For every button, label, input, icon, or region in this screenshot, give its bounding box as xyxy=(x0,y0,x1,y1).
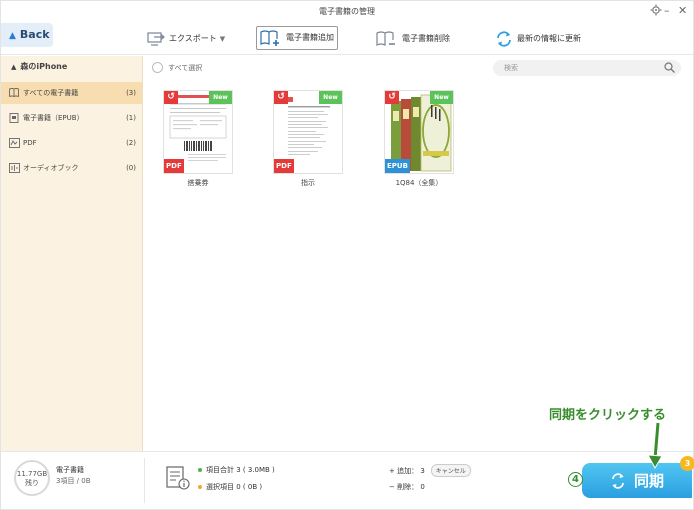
add-book-icon xyxy=(260,30,279,46)
title-bar: 電子書籍の管理 xyxy=(1,1,693,23)
sidebar-item-label: オーディオブック xyxy=(23,164,79,172)
footer-divider xyxy=(144,458,145,503)
book-item[interactable]: ↺ New EPUB 1Q84（全集） xyxy=(383,91,455,188)
chevron-up-icon: ▲ xyxy=(9,31,16,41)
sidebar-item-label: 電子書籍（EPUB） xyxy=(23,114,84,122)
toolbar: ▲ Back エクスポート ▼ 電子書籍追加 電子書籍削除 最新の情報に更新 xyxy=(1,23,693,55)
return-icon: ↺ xyxy=(164,91,178,104)
refresh-button[interactable]: 最新の情報に更新 xyxy=(495,27,581,51)
device-name: 森のiPhone xyxy=(20,62,68,71)
export-icon xyxy=(147,32,165,46)
export-label: エクスポート xyxy=(169,34,217,43)
book-item[interactable]: ↺ New PDF 搭乗券 xyxy=(162,91,234,188)
storage-category-label: 電子書籍 xyxy=(56,466,84,474)
storage-value: 11.77GB xyxy=(16,470,48,478)
delete-ebook-button[interactable]: 電子書籍削除 xyxy=(376,27,450,51)
minimize-icon[interactable]: – xyxy=(664,4,670,18)
ebook-manager-window: 電子書籍の管理 – ✕ ▲ Back エクスポート ▼ 電子書籍追加 電子書籍削除… xyxy=(0,0,694,510)
sync-label: 同期 xyxy=(633,472,664,490)
storage-ring: 11.77GB 残り xyxy=(14,460,50,496)
sync-icon xyxy=(612,472,624,489)
delete-count-text: − 削除： 0 xyxy=(389,483,425,491)
green-dot-icon xyxy=(198,468,202,472)
format-badge: PDF xyxy=(164,159,184,173)
pdf-icon xyxy=(9,138,20,148)
select-all-label: すべて選択 xyxy=(168,63,203,72)
sidebar: ▲ 森のiPhone すべての電子書籍 (3) 電子書籍（EPUB） (1) PD… xyxy=(1,56,143,451)
add-count-text: + 追加： 3 xyxy=(389,466,425,475)
sync-count-badge: 3 xyxy=(680,456,694,471)
add-ebook-label: 電子書籍追加 xyxy=(286,33,334,42)
return-icon: ↺ xyxy=(274,91,288,104)
select-all-checkbox[interactable]: すべて選択 xyxy=(152,62,202,73)
book-cover[interactable]: ↺ New PDF xyxy=(164,91,232,173)
total-items-stat: 項目合計 3 ( 3.0MB ) xyxy=(198,465,275,475)
new-badge: New xyxy=(430,91,453,104)
sidebar-item-count: (2) xyxy=(126,139,136,147)
checkbox-icon xyxy=(152,62,163,73)
search-icon[interactable] xyxy=(664,62,675,73)
delete-book-icon xyxy=(376,31,395,46)
dropdown-arrow-icon: ▼ xyxy=(219,35,226,43)
audiobook-icon xyxy=(9,163,20,173)
export-button[interactable]: エクスポート ▼ xyxy=(147,27,225,51)
book-title: 搭乗券 xyxy=(187,179,209,187)
book-item[interactable]: ↺ New PDF 指示 xyxy=(272,91,344,188)
annotation-arrow xyxy=(647,422,663,470)
annotation-text: 同期をクリックする xyxy=(549,408,667,423)
book-cover[interactable]: ↺ New EPUB xyxy=(385,91,453,173)
collapse-arrow-icon: ▲ xyxy=(11,63,17,71)
add-count-stat: + 追加： 3 キャンセル xyxy=(389,464,471,477)
sidebar-item-label: すべての電子書籍 xyxy=(23,89,79,97)
new-badge: New xyxy=(319,91,342,104)
epub-icon xyxy=(9,113,19,123)
sidebar-item-count: (1) xyxy=(126,114,136,122)
book-title: 1Q84（全集） xyxy=(395,179,443,187)
book-grid-area: すべて選択 検索 ↺ New PDF 搭乗券 ↺ New PDF 指示 ↺ Ne… xyxy=(143,56,693,451)
search-input[interactable]: 検索 xyxy=(493,60,681,76)
return-icon: ↺ xyxy=(385,91,399,104)
close-icon[interactable]: ✕ xyxy=(678,4,687,18)
format-badge: PDF xyxy=(274,159,294,173)
sidebar-item-audiobook[interactable]: オーディオブック (0) xyxy=(1,157,142,179)
selected-items-stat: 選択項目 0 ( 0B ) xyxy=(198,482,262,492)
sidebar-item-all-ebooks[interactable]: すべての電子書籍 (3) xyxy=(1,82,142,104)
delete-count-stat: − 削除： 0 xyxy=(389,482,425,492)
sidebar-item-epub[interactable]: 電子書籍（EPUB） (1) xyxy=(1,107,142,129)
settings-icon[interactable] xyxy=(650,4,662,20)
book-icon xyxy=(9,88,19,97)
device-header[interactable]: ▲ 森のiPhone xyxy=(1,56,142,78)
refresh-icon xyxy=(497,31,511,47)
footer-bar: 11.77GB 残り 電子書籍 3項目 / 0B 項目合計 3 ( 3.0MB … xyxy=(1,451,694,509)
sidebar-item-count: (3) xyxy=(126,89,136,97)
back-button[interactable]: ▲ Back xyxy=(1,23,53,47)
selected-items-text: 選択項目 0 ( 0B ) xyxy=(206,483,263,491)
delete-ebook-label: 電子書籍削除 xyxy=(402,34,450,43)
sidebar-item-count: (0) xyxy=(126,164,136,172)
orange-dot-icon xyxy=(198,485,202,489)
back-label: Back xyxy=(19,28,50,41)
add-ebook-button[interactable]: 電子書籍追加 xyxy=(256,26,338,50)
book-title: 指示 xyxy=(301,179,315,187)
refresh-label: 最新の情報に更新 xyxy=(517,34,581,43)
search-placeholder: 検索 xyxy=(504,64,518,72)
book-cover[interactable]: ↺ New PDF xyxy=(274,91,342,173)
total-items-text: 項目合計 3 ( 3.0MB ) xyxy=(206,466,275,474)
window-title: 電子書籍の管理 xyxy=(319,7,375,16)
storage-summary: 3項目 / 0B xyxy=(56,477,91,485)
cancel-button[interactable]: キャンセル xyxy=(430,464,471,477)
new-badge: New xyxy=(209,91,232,104)
step-number-marker: 4 xyxy=(568,472,583,487)
sidebar-item-label: PDF xyxy=(23,139,37,147)
sync-button[interactable]: 同期 xyxy=(582,463,692,498)
document-info-icon xyxy=(166,466,190,490)
format-badge: EPUB xyxy=(385,159,410,173)
storage-remaining-label: 残り xyxy=(25,479,39,487)
sidebar-item-pdf[interactable]: PDF (2) xyxy=(1,132,142,154)
